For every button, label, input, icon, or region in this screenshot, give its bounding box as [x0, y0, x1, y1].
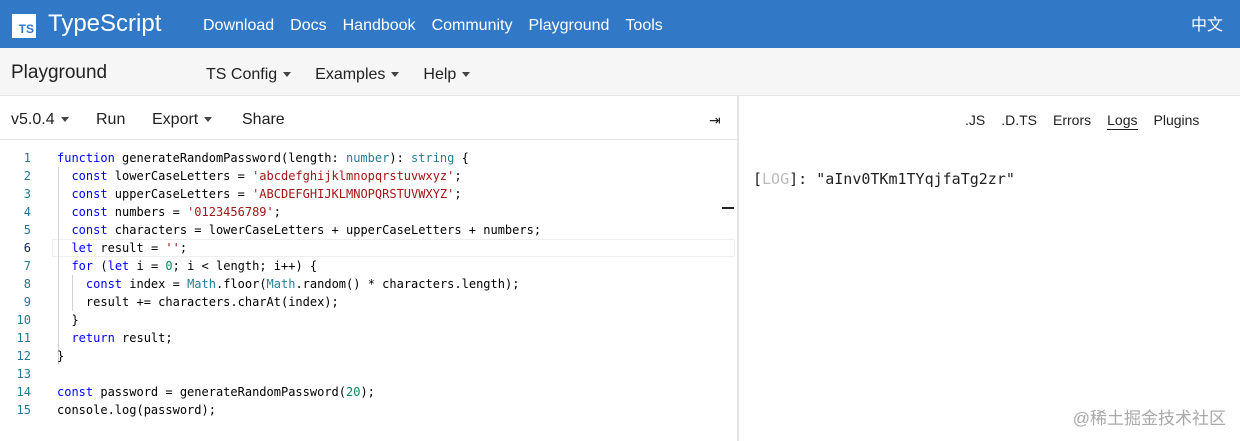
- examples-label: Examples: [315, 66, 386, 83]
- chevron-down-icon: [283, 72, 292, 78]
- brand-title[interactable]: TypeScript: [48, 10, 161, 38]
- help-menu[interactable]: Help: [423, 66, 471, 84]
- watermark: @稀土掘金技术社区: [1072, 409, 1226, 428]
- nav-community[interactable]: Community: [432, 16, 513, 36]
- page-title: Playground: [11, 62, 108, 83]
- code-line: const password = generateRandomPassword(…: [57, 385, 375, 399]
- export-label: Export: [152, 111, 199, 128]
- line-number: 15: [16, 403, 31, 417]
- code-line: for (let i = 0; i < length; i++) {: [71, 259, 318, 273]
- tab-logs[interactable]: Logs: [1107, 111, 1138, 130]
- run-button[interactable]: Run: [96, 111, 125, 129]
- code-line: function generateRandomPassword(length: …: [57, 151, 469, 165]
- export-menu[interactable]: Export: [152, 111, 213, 129]
- code-line: let result = '';: [71, 241, 188, 255]
- nav-handbook[interactable]: Handbook: [343, 16, 416, 36]
- tab-plugins[interactable]: Plugins: [1154, 111, 1200, 130]
- help-label: Help: [423, 66, 457, 83]
- nav-download[interactable]: Download: [203, 16, 274, 36]
- collapse-panel-icon[interactable]: ⇥: [709, 111, 721, 129]
- line-number: 10: [16, 313, 31, 327]
- line-number: 12: [16, 349, 31, 363]
- line-number: 11: [16, 331, 31, 345]
- output-tabs: .JS .D.TS Errors Logs Plugins: [965, 111, 1215, 130]
- version-select[interactable]: v5.0.4: [11, 111, 69, 129]
- code-lines: function generateRandomPassword(length: …: [57, 149, 541, 419]
- code-line: return result;: [71, 331, 173, 345]
- tab-dts[interactable]: .D.TS: [1001, 111, 1037, 130]
- log-value: "aInv0TKm1TYqjfaTg2zr": [816, 170, 1015, 188]
- line-number: 3: [23, 187, 31, 201]
- top-nav: TS TypeScript Download Docs Handbook Com…: [0, 0, 1240, 48]
- language-switch[interactable]: 中文: [1191, 16, 1223, 36]
- line-number: 4: [23, 205, 31, 219]
- log-tag: LOG: [762, 170, 790, 188]
- sub-menus: TS Config Examples Help: [206, 66, 494, 84]
- pane-divider[interactable]: [737, 96, 739, 441]
- code-line: const upperCaseLetters = 'ABCDEFGHIJKLMN…: [71, 187, 462, 201]
- line-number: 7: [23, 259, 31, 273]
- line-numbers: 1 2 3 4 5 6 7 8 9 10 11 12 13 14 15: [0, 149, 40, 419]
- nav-playground[interactable]: Playground: [528, 16, 609, 36]
- chevron-down-icon: [462, 72, 471, 78]
- nav-docs[interactable]: Docs: [290, 16, 326, 36]
- line-number: 8: [23, 277, 31, 291]
- code-line: console.log(password);: [57, 403, 216, 417]
- line-number: 14: [16, 385, 31, 399]
- tab-js[interactable]: .JS: [965, 111, 985, 130]
- examples-menu[interactable]: Examples: [315, 66, 400, 84]
- log-entry: [LOG]: "aInv0TKm1TYqjfaTg2zr": [753, 170, 1015, 188]
- line-number: 1: [23, 151, 31, 165]
- ts-logo-icon[interactable]: TS: [12, 14, 36, 38]
- line-number: 6: [23, 241, 31, 255]
- tsconfig-label: TS Config: [206, 66, 278, 83]
- tsconfig-menu[interactable]: TS Config: [206, 66, 292, 84]
- chevron-down-icon: [60, 117, 69, 123]
- code-line: }: [57, 313, 79, 327]
- code-line: }: [57, 349, 65, 363]
- editor-toolbar: v5.0.4 Run Export Share ⇥: [0, 96, 737, 140]
- code-line: const lowerCaseLetters = 'abcdefghijklmn…: [71, 169, 462, 183]
- chevron-down-icon: [391, 72, 400, 78]
- code-line: result += characters.charAt(index);: [57, 295, 339, 309]
- code-line: const characters = lowerCaseLetters + up…: [71, 223, 542, 237]
- tab-errors[interactable]: Errors: [1053, 111, 1091, 130]
- line-number: 2: [23, 169, 31, 183]
- version-label: v5.0.4: [11, 111, 55, 128]
- nav-tools[interactable]: Tools: [625, 16, 662, 36]
- code-line: const index = Math.floor(Math.random() *…: [85, 277, 520, 291]
- line-number: 9: [23, 295, 31, 309]
- code-line: const numbers = '0123456789';: [71, 205, 281, 219]
- chevron-down-icon: [204, 117, 213, 123]
- overview-ruler-cursor: [722, 207, 734, 209]
- share-button[interactable]: Share: [242, 111, 285, 129]
- nav-links: Download Docs Handbook Community Playgro…: [195, 16, 671, 36]
- code-editor[interactable]: 1 2 3 4 5 6 7 8 9 10 11 12 13 14 15 func…: [0, 140, 737, 441]
- line-number: 5: [23, 223, 31, 237]
- playground-subbar: Playground TS Config Examples Help: [0, 48, 1240, 96]
- line-number: 13: [16, 367, 31, 381]
